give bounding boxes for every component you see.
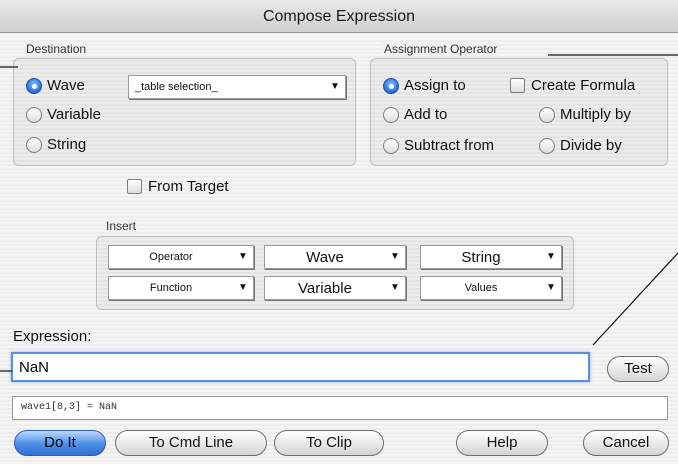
radio-label-variable: Variable [47,106,101,123]
chevron-down-icon: ▼ [390,282,400,293]
radio-multiply-by[interactable]: Multiply by [539,106,631,123]
compose-expression-dialog: Compose Expression Destination Wave Vari… [0,0,678,464]
insert-label: Insert [104,219,139,233]
radio-label-multiply-by: Multiply by [560,106,631,123]
chevron-down-icon: ▼ [390,251,400,262]
to-clip-button[interactable]: To Clip [274,430,384,456]
radio-button [26,136,42,153]
radio-subtract-from[interactable]: Subtract from [383,137,494,154]
window-title: Compose Expression [0,0,678,33]
chevron-down-icon: ▼ [238,251,248,262]
operator-popup-label: Operator [149,251,193,263]
radio-label-wave: Wave [47,77,85,94]
create-formula-label: Create Formula [531,77,636,94]
wave-selection-value: _table selection_ [135,81,218,93]
radio-label-assign-to: Assign to [404,77,466,94]
expression-label: Expression: [13,328,92,345]
variable-popup[interactable]: Variable ▼ [264,276,406,300]
radio-button [26,106,42,123]
expression-input[interactable] [11,352,590,382]
radio-label-divide-by: Divide by [560,137,622,154]
radio-add-to[interactable]: Add to [383,106,447,123]
test-button[interactable]: Test [607,356,669,382]
operator-popup[interactable]: Operator ▼ [108,245,254,269]
wave-popup[interactable]: Wave ▼ [264,245,406,269]
radio-label-string: String [47,136,87,153]
function-popup-label: Function [149,282,193,294]
checkbox-box [510,78,525,93]
radio-label-add-to: Add to [404,106,448,123]
radio-destination-wave[interactable]: Wave [26,77,85,94]
function-popup[interactable]: Function ▼ [108,276,254,300]
radio-destination-string[interactable]: String [26,136,86,153]
to-cmd-line-button[interactable]: To Cmd Line [115,430,267,456]
radio-button-selected [26,77,42,94]
radio-button-selected [383,77,399,94]
assignment-operator-label: Assignment Operator [382,42,500,56]
string-popup-label: String [461,248,501,266]
variable-popup-label: Variable [298,279,352,297]
destination-label: Destination [24,42,89,56]
radio-divide-by[interactable]: Divide by [539,137,622,154]
radio-destination-variable[interactable]: Variable [26,106,101,123]
help-button[interactable]: Help [456,430,548,456]
cancel-button[interactable]: Cancel [583,430,669,456]
result-display: wave1[8,3] = NaN [12,396,668,420]
chevron-down-icon: ▼ [238,282,248,293]
chevron-down-icon: ▼ [546,251,556,262]
do-it-button[interactable]: Do It [14,430,106,456]
radio-assign-to[interactable]: Assign to [383,77,466,94]
radio-button [383,106,399,123]
radio-button [539,106,555,123]
wave-selection-popup[interactable]: _table selection_ ▼ [128,75,346,99]
radio-button [539,137,555,154]
from-target-checkbox[interactable]: From Target [127,178,229,195]
callout-line-expression [592,252,678,346]
wave-popup-label: Wave [306,248,344,266]
values-popup-label: Values [464,282,498,294]
radio-label-subtract-from: Subtract from [404,137,495,154]
values-popup[interactable]: Values ▼ [420,276,562,300]
chevron-down-icon: ▼ [330,81,340,92]
create-formula-checkbox[interactable]: Create Formula [510,77,635,94]
chevron-down-icon: ▼ [546,282,556,293]
checkbox-box [127,179,142,194]
string-popup[interactable]: String ▼ [420,245,562,269]
from-target-label: From Target [148,178,229,195]
radio-button [383,137,399,154]
